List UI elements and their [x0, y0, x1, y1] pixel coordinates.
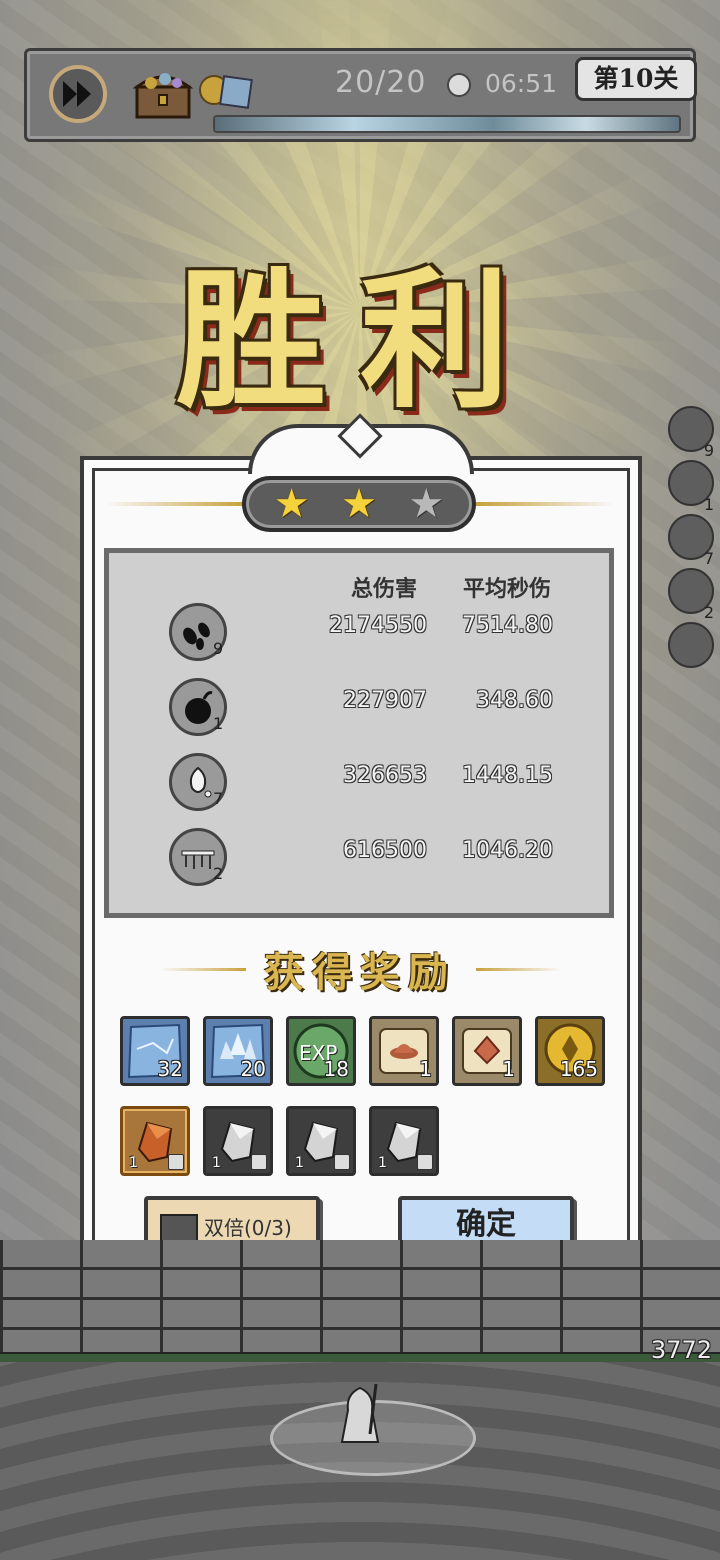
silver-ore-icon[interactable]: 1: [203, 1106, 273, 1176]
average-dps-value: 348.60: [476, 688, 553, 713]
item-count: 165: [559, 1057, 598, 1081]
silver-ore-icon[interactable]: 1: [369, 1106, 439, 1176]
wave-progress-bar: [213, 115, 681, 133]
skill-level: 2: [703, 603, 714, 622]
average-dps-value: 7514.80: [462, 613, 553, 638]
side-skill-list: 9 1 7 2: [668, 406, 720, 676]
splash-skill-icon[interactable]: 7: [668, 514, 714, 568]
skill-level: 9: [213, 639, 224, 658]
table-row: 2 616500 1046.20: [109, 828, 609, 898]
item-count: 1: [129, 1155, 138, 1171]
total-damage-value: 227907: [343, 688, 427, 713]
gem-icon: [219, 75, 253, 109]
rock-skill-icon[interactable]: [668, 622, 714, 668]
trap-skill-icon[interactable]: 2: [668, 568, 714, 622]
item-count: 18: [323, 1057, 349, 1081]
blue-crystal-shard-icon[interactable]: 32: [120, 1016, 190, 1086]
skill-level: 9: [703, 441, 714, 460]
star-empty-icon: ★: [408, 481, 445, 527]
orange-ore-icon[interactable]: 1: [120, 1106, 190, 1176]
blue-crystal-cluster-icon[interactable]: 20: [203, 1016, 273, 1086]
skill-level: 1: [703, 495, 714, 514]
total-damage-value: 2174550: [329, 613, 427, 638]
total-damage-value: 616500: [343, 838, 427, 863]
wave-counter: 20/20: [335, 65, 427, 100]
table-row: 9 2174550 7514.80: [109, 603, 609, 673]
victory-title: 胜利: [175, 253, 544, 429]
scroll-hat-icon[interactable]: 1: [369, 1016, 439, 1086]
header-average-dps: 平均秒伤: [463, 576, 552, 602]
battle-timer: 06:51: [485, 69, 558, 98]
treasure-chest-icon[interactable]: [131, 65, 195, 123]
bomb-skill-icon[interactable]: 1: [668, 460, 714, 514]
star-filled-icon: ★: [341, 481, 377, 527]
item-count: 20: [240, 1057, 266, 1081]
top-hud: 20/20 06:51 第10关: [24, 48, 697, 142]
item-type-tag-icon: [168, 1154, 184, 1170]
scroll-gem-icon[interactable]: 1: [452, 1016, 522, 1086]
double-reward-label: 双倍(0/3): [204, 1216, 292, 1240]
item-type-tag-icon: [251, 1154, 267, 1170]
item-type-tag-icon: [334, 1154, 350, 1170]
fast-forward-button[interactable]: [49, 65, 107, 123]
star-rating: ★ ★ ★: [242, 476, 476, 532]
skill-level: 7: [703, 549, 714, 568]
fast-forward-icon: [63, 81, 91, 107]
rewards-title: 获得奖励: [264, 949, 456, 996]
exp-orb-icon[interactable]: EXP 18: [286, 1016, 356, 1086]
base-hp-value: 3772: [650, 1336, 712, 1364]
item-count: 1: [212, 1155, 221, 1171]
item-count: 1: [419, 1057, 432, 1081]
skill-level: 1: [213, 714, 224, 733]
item-count: 32: [157, 1057, 183, 1081]
skill-level: 7: [213, 789, 224, 808]
skill-level: 2: [213, 864, 224, 883]
item-count: 1: [378, 1155, 387, 1171]
gold-divider-right: [476, 502, 616, 506]
gold-divider-left: [104, 502, 244, 506]
average-dps-value: 1448.15: [462, 763, 553, 788]
dark-seeds-skill-icon[interactable]: 9: [668, 406, 714, 460]
header-total-damage: 总伤害: [351, 576, 418, 602]
clock-icon: [447, 73, 471, 97]
silver-ore-icon[interactable]: 1: [286, 1106, 356, 1176]
item-count: 1: [502, 1057, 515, 1081]
table-row: 1 227907 348.60: [109, 678, 609, 748]
item-type-tag-icon: [417, 1154, 433, 1170]
castle-wall: [0, 1240, 720, 1360]
damage-stats-table: 总伤害 平均秒伤 9 2174550 7514.80 1 227907 348.…: [104, 548, 614, 918]
total-damage-value: 326653: [343, 763, 427, 788]
star-filled-icon: ★: [273, 481, 310, 527]
level-badge: 第10关: [575, 57, 697, 101]
item-count: 1: [295, 1155, 304, 1171]
hooded-hero-icon: [340, 1384, 380, 1443]
gold-coin-icon[interactable]: 165: [535, 1016, 605, 1086]
video-ad-icon: [160, 1214, 198, 1242]
table-row: 7 326653 1448.15: [109, 753, 609, 823]
average-dps-value: 1046.20: [462, 838, 553, 863]
